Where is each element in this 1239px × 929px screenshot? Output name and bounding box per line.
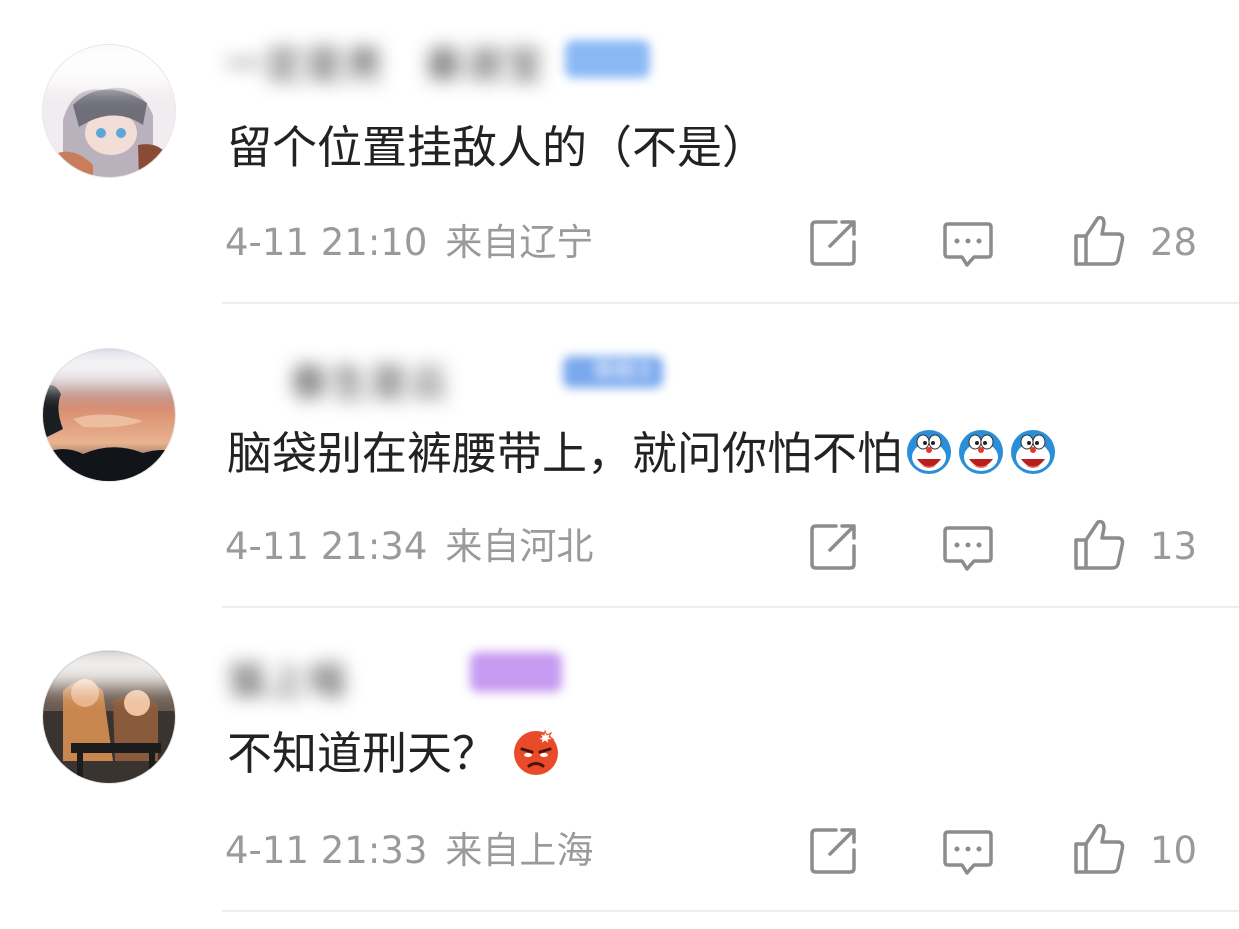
comment-text-content: 留个位置挂敌人的（不是） xyxy=(227,121,768,174)
like-count: 13 xyxy=(1150,525,1198,568)
username[interactable]: 一定是男 秦淑宝 xyxy=(225,34,545,87)
timestamp: 4-11 21:34 xyxy=(225,525,428,568)
comment-text: 不知道刑天？ xyxy=(227,724,561,784)
comment-meta: 4-11 21:10 来自辽宁 xyxy=(225,218,593,268)
timestamp: 4-11 21:10 xyxy=(225,221,428,264)
timestamp: 4-11 21:33 xyxy=(225,829,428,872)
comment-text-content: 不知道刑天？ xyxy=(227,727,498,780)
comment-item: 猫上喵 不知道刑天？ 4-11 21:33 来自上海 10 xyxy=(0,608,1239,912)
comment-item: 春生是云 铁粉3 脑袋别在裤腰带上，就问你怕不怕 4-11 21:34 来自河北… xyxy=(0,304,1239,608)
comment-icon[interactable] xyxy=(940,520,996,576)
comment-text: 留个位置挂敌人的（不是） xyxy=(227,118,767,178)
comment-text: 脑袋别在裤腰带上，就问你怕不怕 xyxy=(227,424,1058,484)
share-icon[interactable] xyxy=(806,822,862,878)
user-badge: 铁粉3 xyxy=(563,356,663,388)
comment-item: 一定是男 秦淑宝 留个位置挂敌人的（不是） 4-11 21:10 来自辽宁 28 xyxy=(0,0,1239,304)
username[interactable]: 春生是云 xyxy=(290,352,450,405)
badge-text: 铁粉3 xyxy=(593,359,651,384)
avatar[interactable] xyxy=(42,44,176,178)
location: 来自上海 xyxy=(445,829,594,872)
comment-meta: 4-11 21:33 来自上海 xyxy=(225,826,593,876)
avatar[interactable] xyxy=(42,650,176,784)
location: 来自河北 xyxy=(445,525,594,568)
divider xyxy=(222,910,1239,912)
username[interactable]: 猫上喵 xyxy=(228,650,348,703)
comment-icon[interactable] xyxy=(940,216,996,272)
share-icon[interactable] xyxy=(806,518,862,574)
share-icon[interactable] xyxy=(806,214,862,270)
doraemon-laugh-emoji xyxy=(907,430,952,474)
location: 来自辽宁 xyxy=(445,221,594,264)
comment-meta: 4-11 21:34 来自河北 xyxy=(225,522,593,572)
thumbs-up-icon[interactable] xyxy=(1070,212,1126,268)
avatar[interactable] xyxy=(42,348,176,482)
thumbs-up-icon[interactable] xyxy=(1070,820,1126,876)
angry-face-emoji xyxy=(514,729,559,775)
comment-text-content: 脑袋别在裤腰带上，就问你怕不怕 xyxy=(227,427,903,480)
user-badge xyxy=(470,652,562,692)
like-count: 10 xyxy=(1150,829,1198,872)
doraemon-laugh-emoji xyxy=(959,430,1004,474)
doraemon-laugh-emoji xyxy=(1011,430,1056,474)
like-count: 28 xyxy=(1150,221,1198,264)
thumbs-up-icon[interactable] xyxy=(1070,516,1126,572)
user-badge xyxy=(565,40,650,78)
comment-icon[interactable] xyxy=(940,824,996,880)
